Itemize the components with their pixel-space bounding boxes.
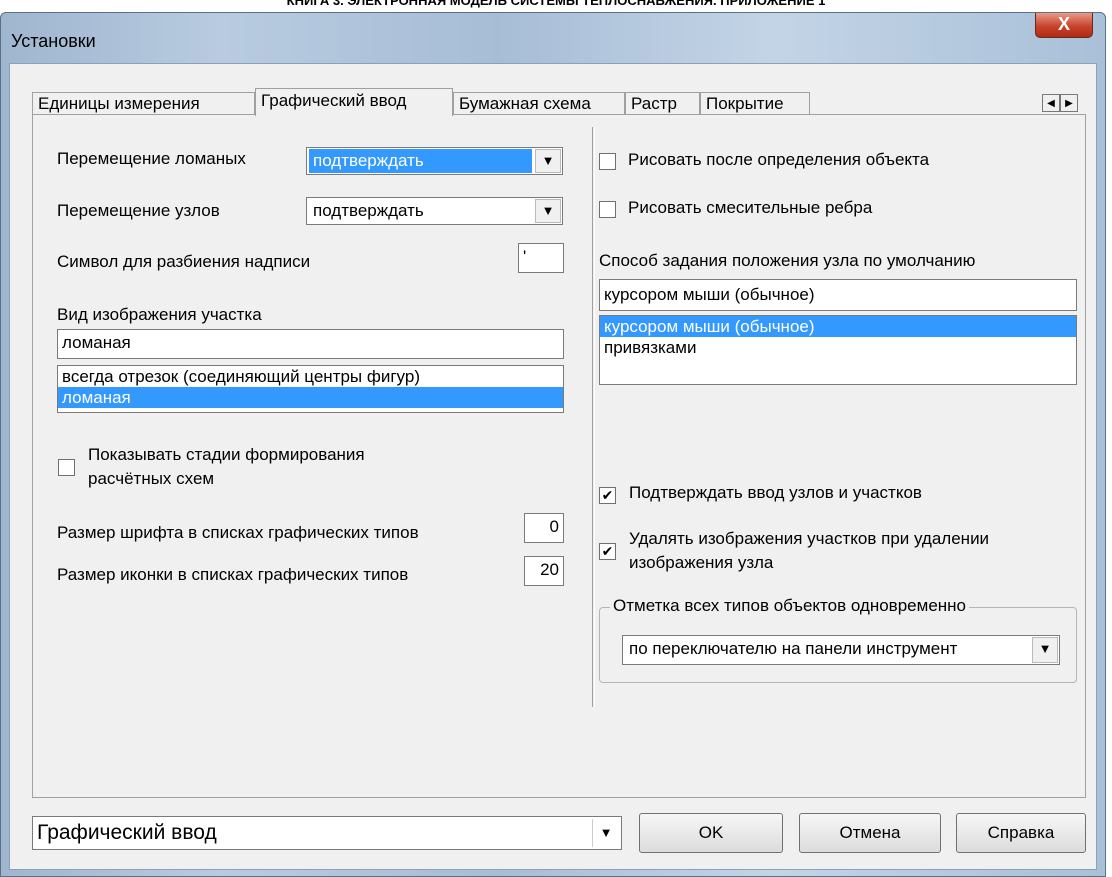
mark-all-group-title: Отметка всех типов объектов одновременно — [610, 596, 969, 616]
section-view-input[interactable]: ломаная — [57, 329, 564, 359]
check-icon: ✔ — [601, 543, 614, 559]
chevron-down-icon[interactable]: ▼ — [535, 149, 561, 173]
settings-dialog: Установки X Единицы измерения Графически… — [0, 12, 1106, 877]
draw-after-checkbox[interactable] — [599, 153, 616, 170]
ok-button[interactable]: OK — [639, 813, 783, 853]
icon-size-label: Размер иконки в списках графических типо… — [57, 565, 409, 584]
tab-label: Бумажная схема — [459, 94, 591, 113]
list-item[interactable]: всегда отрезок (соединяющий центры фигур… — [58, 366, 563, 387]
node-position-label: Способ задания положения узла по умолчан… — [599, 251, 976, 270]
icon-size-input[interactable]: 20 — [524, 556, 564, 586]
list-item-selected[interactable]: курсором мыши (обычное) — [600, 316, 1076, 337]
show-stages-checkbox[interactable] — [58, 459, 75, 476]
tab-paper-scheme[interactable]: Бумажная схема — [453, 92, 625, 114]
tab-scroll-left-button[interactable]: ◀ — [1042, 94, 1060, 112]
mark-all-value: по переключателю на панели инструмент — [629, 639, 958, 658]
column-divider — [592, 127, 595, 707]
arrow-left-icon: ◀ — [1047, 98, 1055, 109]
tab-coverage[interactable]: Покрытие — [700, 92, 810, 114]
dialog-client-area: Единицы измерения Графический ввод Бумаж… — [9, 63, 1097, 870]
tab-raster[interactable]: Растр — [625, 92, 700, 114]
node-move-value: подтверждать — [313, 201, 424, 220]
section-view-label: Вид изображения участка — [57, 305, 262, 324]
chevron-down-icon[interactable]: ▼ — [592, 819, 619, 847]
font-size-input[interactable]: 0 — [524, 513, 564, 543]
delete-sections-label-line2: изображения узла — [629, 553, 774, 572]
page-select[interactable]: Графический ввод ▼ — [32, 816, 622, 850]
arrow-right-icon: ▶ — [1065, 98, 1073, 109]
polyline-move-value: подтверждать — [309, 149, 532, 173]
document-header: КНИГА 3. ЭЛЕКТРОННАЯ МОДЕЛЬ СИСТЕМЫ ТЕПЛ… — [286, 0, 826, 8]
draw-mixing-checkbox[interactable] — [599, 201, 616, 218]
font-size-label: Размер шрифта в списках графических типо… — [57, 523, 419, 542]
tab-label: Графический ввод — [261, 91, 407, 110]
draw-mixing-label: Рисовать смесительные ребра — [628, 198, 873, 217]
confirm-input-checkbox[interactable]: ✔ — [599, 487, 616, 504]
window-title: Установки — [11, 31, 96, 51]
delete-sections-label-line1: Удалять изображения участков при удалени… — [629, 529, 990, 548]
page-select-value: Графический ввод — [37, 821, 217, 844]
node-move-select[interactable]: подтверждать ▼ — [306, 197, 563, 225]
tab-panel-graphic-input: Перемещение ломаных подтверждать ▼ Перем… — [32, 114, 1086, 798]
node-position-list[interactable]: курсором мыши (обычное) привязками — [599, 315, 1077, 385]
tab-scroll-right-button[interactable]: ▶ — [1060, 94, 1078, 112]
polyline-move-label: Перемещение ломаных — [57, 149, 246, 168]
help-button[interactable]: Справка — [956, 813, 1086, 853]
list-item[interactable]: привязками — [600, 337, 1076, 358]
close-icon: X — [1057, 14, 1070, 34]
section-view-list[interactable]: всегда отрезок (соединяющий центры фигур… — [57, 365, 564, 413]
confirm-input-label: Подтверждать ввод узлов и участков — [629, 483, 922, 502]
chevron-down-icon[interactable]: ▼ — [1032, 637, 1058, 663]
split-symbol-input[interactable]: ' — [518, 243, 564, 273]
tab-strip: Единицы измерения Графический ввод Бумаж… — [10, 64, 1096, 116]
chevron-down-icon[interactable]: ▼ — [535, 199, 561, 223]
tab-label: Растр — [631, 94, 677, 113]
node-position-input[interactable]: курсором мыши (обычное) — [599, 279, 1077, 311]
mark-all-group: Отметка всех типов объектов одновременно… — [599, 596, 1077, 683]
close-button[interactable]: X — [1035, 13, 1093, 38]
title-bar[interactable]: Установки X — [1, 13, 1105, 63]
node-move-label: Перемещение узлов — [57, 201, 220, 220]
tab-label: Единицы измерения — [38, 94, 200, 113]
check-icon: ✔ — [601, 487, 614, 503]
list-item-selected[interactable]: ломаная — [58, 387, 563, 408]
mark-all-select[interactable]: по переключателю на панели инструмент ▼ — [622, 635, 1060, 665]
tab-label: Покрытие — [706, 94, 784, 113]
cancel-button[interactable]: Отмена — [799, 813, 941, 853]
tab-graphic-input[interactable]: Графический ввод — [255, 88, 453, 116]
show-stages-label-line1: Показывать стадии формирования — [88, 445, 365, 464]
draw-after-label: Рисовать после определения объекта — [628, 150, 930, 169]
show-stages-label-line2: расчётных схем — [88, 469, 215, 488]
polyline-move-select[interactable]: подтверждать ▼ — [306, 147, 563, 175]
split-symbol-label: Символ для разбиения надписи — [57, 252, 311, 271]
delete-sections-checkbox[interactable]: ✔ — [599, 543, 616, 560]
tab-units[interactable]: Единицы измерения — [32, 92, 255, 114]
